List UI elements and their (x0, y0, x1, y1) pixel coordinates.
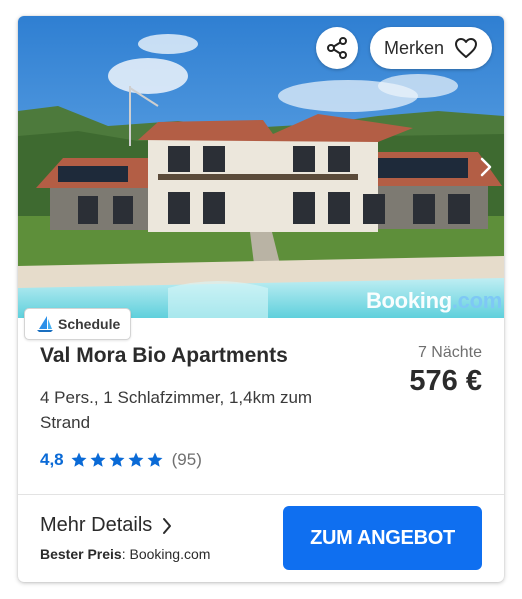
rating-stars (70, 451, 164, 469)
rating-score: 4,8 (40, 450, 64, 469)
save-favorite-label: Merken (383, 37, 445, 58)
listing-price: 576 € (409, 365, 482, 397)
save-favorite-button[interactable]: Merken (370, 27, 492, 69)
sail-logo-icon (37, 316, 53, 332)
schedule-badge-label: Schedule (58, 316, 121, 332)
chevron-right-icon (163, 517, 172, 534)
listing-photo[interactable]: Merken Booking.com (18, 16, 504, 318)
booking-watermark: Booking.com (366, 288, 502, 314)
listing-title: Val Mora Bio Apartments (40, 344, 288, 367)
star-icon (71, 452, 87, 467)
divider (18, 494, 504, 495)
rating-count: (95) (171, 450, 202, 469)
more-details-link[interactable]: Mehr Details (40, 514, 172, 537)
star-icon (147, 452, 163, 467)
to-offer-button[interactable]: ZUM ANGEBOT (283, 506, 482, 570)
best-price: Bester Preis: Booking.com (40, 546, 210, 562)
rating: 4,8 (95) (40, 450, 202, 470)
best-price-label: Bester Preis (40, 546, 122, 562)
nights-label: 7 Nächte (417, 344, 482, 361)
star-icon (90, 452, 106, 467)
listing-description: 4 Pers., 1 Schlafzimmer, 1,4km zum Stran… (40, 388, 313, 432)
schedule-badge: Schedule (24, 308, 132, 340)
listing-card[interactable]: Merken Booking.com Schedule Val Mora Bio… (18, 16, 504, 582)
best-price-separator: : (121, 546, 126, 562)
more-details-label: Mehr Details (40, 514, 153, 536)
chevron-right-icon (480, 157, 492, 177)
heart-icon (455, 38, 478, 58)
next-photo-button[interactable] (476, 154, 496, 180)
star-icon (109, 452, 125, 467)
share-icon (327, 37, 347, 59)
share-button[interactable] (316, 27, 358, 69)
best-price-provider: Booking.com (129, 546, 211, 562)
watermark-brand: Booking (365, 288, 452, 313)
star-icon (128, 452, 144, 467)
watermark-tld: .com (451, 288, 502, 313)
